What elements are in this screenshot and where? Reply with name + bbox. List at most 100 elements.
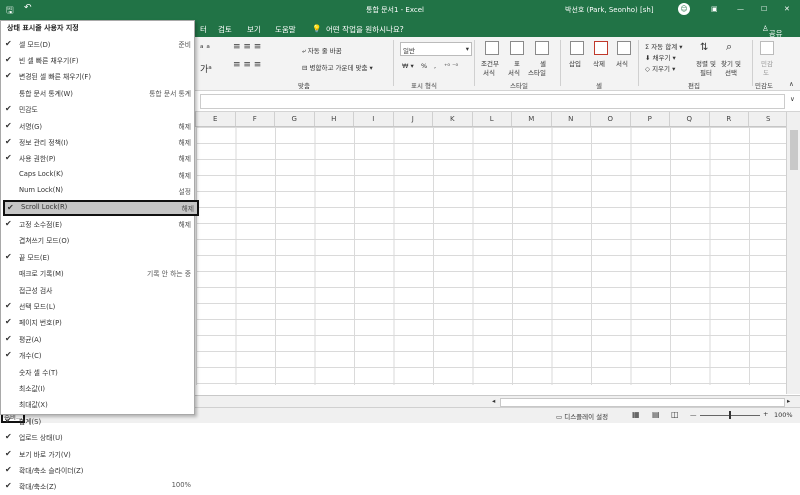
menu-item[interactable]: ✔ 확대/축소(Z) 100% — [1, 478, 194, 494]
align-top-icon[interactable]: ≡ ≡ ≡ — [233, 42, 261, 52]
menu-item[interactable]: 최대값(X) — [1, 396, 194, 412]
zoom-in-button[interactable]: + — [763, 410, 768, 418]
font-size-arrows-icon[interactable]: ᵃ ᵃ — [200, 44, 210, 54]
column-header[interactable]: F — [236, 112, 275, 126]
comma-icon[interactable]: , — [434, 62, 436, 70]
column-header[interactable]: K — [433, 112, 473, 126]
menu-item[interactable]: ✔ 변경된 셀 빠른 채우기(F) — [1, 68, 194, 84]
column-header[interactable]: E — [196, 112, 236, 126]
column-header[interactable]: M — [512, 112, 552, 126]
scroll-right-icon[interactable]: ▸ — [787, 397, 790, 405]
menu-item[interactable]: 겹쳐쓰기 모드(O) — [1, 232, 194, 248]
percent-button[interactable]: % — [421, 62, 427, 70]
horizontal-scrollbar[interactable] — [500, 398, 785, 407]
normal-view-icon[interactable]: ▦ — [632, 410, 640, 419]
formula-input[interactable] — [200, 94, 785, 109]
decimal-increase-icon[interactable]: ⁺⁰ ⁻⁰ — [444, 62, 458, 70]
menu-item[interactable]: 접근성 검사 — [1, 282, 194, 298]
merge-center-button[interactable]: ⊟ 병합하고 가운데 맞춤 ▾ — [302, 62, 373, 72]
autosum-button[interactable]: Σ 자동 합계 ▾ — [645, 41, 683, 51]
tab-view[interactable]: 보기 — [247, 24, 261, 35]
wrap-text-button[interactable]: ⤶ 자동 줄 바꿈 — [302, 45, 342, 56]
column-header[interactable]: R — [710, 112, 749, 126]
menu-item[interactable]: ✔ 선택 모드(L) — [1, 298, 194, 314]
tell-me-input[interactable]: 어떤 작업을 원하시나요? — [326, 24, 404, 35]
menu-item[interactable]: ✔ 보기 바로 가기(V) — [1, 446, 194, 462]
delete-cells-icon[interactable] — [594, 41, 608, 55]
minimize-button[interactable]: — — [737, 5, 744, 13]
menu-item[interactable]: ✔ 개수(C) — [1, 347, 194, 363]
close-button[interactable]: ✕ — [784, 5, 790, 13]
search-icon[interactable]: ⌕ — [726, 40, 732, 54]
worksheet-grid[interactable] — [196, 127, 786, 385]
avatar[interactable]: ☺ — [678, 3, 690, 15]
zoom-out-button[interactable]: — — [690, 411, 697, 419]
menu-item[interactable]: Num Lock(N) 설정 — [1, 183, 194, 199]
number-format-dropdown[interactable]: 일반 ▾ — [400, 42, 472, 56]
find-select-label2[interactable]: 선택 — [725, 67, 737, 77]
format-cells-icon[interactable] — [617, 41, 631, 55]
column-header[interactable]: P — [631, 112, 670, 126]
tab-help[interactable]: 도움말 — [275, 24, 296, 35]
menu-item[interactable]: ✔ 페이지 번호(P) — [1, 314, 194, 330]
scroll-left-icon[interactable]: ◂ — [492, 397, 495, 405]
column-header[interactable]: O — [591, 112, 631, 126]
format-table-label2[interactable]: 서식 — [508, 67, 520, 77]
phonetic-icon[interactable]: 가ᵃ — [200, 62, 212, 75]
column-header[interactable]: H — [315, 112, 354, 126]
menu-item[interactable]: Caps Lock(K) 해제 — [1, 167, 194, 183]
cell-styles-icon[interactable] — [535, 41, 549, 55]
menu-item[interactable]: ✔ 고정 소수점(E) 해제 — [1, 216, 194, 232]
page-break-icon[interactable]: ◫ — [671, 410, 679, 419]
page-layout-icon[interactable]: ▤ — [652, 410, 660, 419]
vertical-scrollbar[interactable] — [786, 112, 800, 394]
format-table-icon[interactable] — [510, 41, 524, 55]
column-header[interactable]: I — [354, 112, 394, 126]
save-icon[interactable]: 🖫 — [6, 3, 14, 19]
column-header[interactable]: L — [473, 112, 512, 126]
display-settings-button[interactable]: ▭ 디스플레이 설정 — [556, 411, 608, 421]
menu-item[interactable]: ✔ 확대/축소 슬라이더(Z) — [1, 462, 194, 478]
share-button[interactable]: ♙ 공유 — [762, 24, 783, 38]
zoom-level[interactable]: 100% — [774, 411, 793, 419]
menu-item[interactable]: ✔ Scroll Lock(R) 해제 — [3, 199, 199, 216]
format-label[interactable]: 서식 — [616, 58, 628, 68]
menu-item[interactable]: 최소값(I) — [1, 380, 194, 396]
fill-button[interactable]: ⬇ 채우기 ▾ — [645, 52, 676, 62]
maximize-button[interactable]: ☐ — [761, 5, 767, 13]
menu-item[interactable]: 통합 문서 통계(W) 통합 문서 통계 — [1, 85, 194, 101]
menu-item[interactable]: ✔ 민감도 — [1, 101, 194, 117]
cell-styles-label2[interactable]: 스타일 — [528, 67, 546, 77]
sort-filter-icon[interactable]: ⇅ — [700, 42, 708, 53]
column-header[interactable]: G — [275, 112, 315, 126]
user-name[interactable]: 박선호 (Park, Seonho) [sh] — [565, 5, 654, 15]
tab-partial[interactable]: 터 — [200, 24, 207, 35]
menu-item[interactable]: ✔ 평균(A) — [1, 331, 194, 347]
column-header[interactable]: Q — [670, 112, 710, 126]
scroll-thumb[interactable] — [790, 130, 798, 170]
align-left-icon[interactable]: ≡ ≡ ≡ — [233, 60, 261, 70]
currency-icon[interactable]: ₩ ▾ — [402, 62, 414, 70]
zoom-slider-thumb[interactable] — [729, 411, 731, 419]
ribbon-display-icon[interactable]: ▣ — [711, 5, 718, 13]
column-header[interactable]: N — [552, 112, 591, 126]
sensitivity-icon[interactable] — [760, 41, 774, 55]
menu-item[interactable]: 숫자 셀 수(T) — [1, 364, 194, 380]
menu-item[interactable]: ✔ 빈 셀 빠른 채우기(F) — [1, 52, 194, 68]
undo-icon[interactable]: ↶ — [24, 3, 32, 13]
menu-item[interactable]: ✔ 끝 모드(E) — [1, 249, 194, 265]
menu-item[interactable]: ✔ 사용 권한(P) 해제 — [1, 150, 194, 166]
conditional-format-label2[interactable]: 서식 — [483, 67, 495, 77]
menu-item[interactable]: ✔ 정보 관리 정책(I) 해제 — [1, 134, 194, 150]
menu-item[interactable]: ✔ 셀 모드(D) 준비 — [1, 36, 194, 52]
insert-label[interactable]: 삽입 — [569, 58, 581, 68]
column-header[interactable]: J — [394, 112, 433, 126]
conditional-format-icon[interactable] — [485, 41, 499, 55]
clear-button[interactable]: ◇ 지우기 ▾ — [645, 63, 675, 73]
delete-label[interactable]: 삭제 — [593, 58, 605, 68]
collapse-ribbon-icon[interactable]: ∧ — [789, 80, 794, 88]
menu-item[interactable]: ✔ 서명(G) 해제 — [1, 118, 194, 134]
tab-review[interactable]: 검토 — [218, 24, 232, 35]
column-header[interactable]: S — [749, 112, 789, 126]
sensitivity-label2[interactable]: 도 — [763, 67, 769, 77]
